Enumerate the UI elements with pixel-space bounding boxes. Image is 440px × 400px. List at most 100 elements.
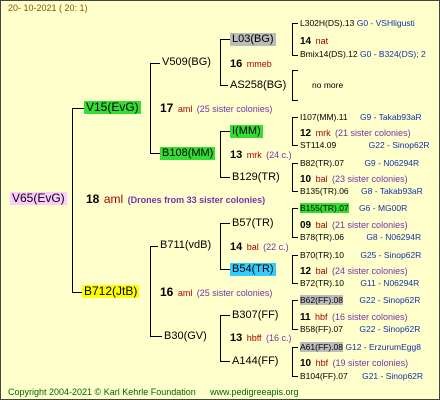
gen4-drone-info-i-mm: 12 mrk (21 sister colonies) [300,125,411,140]
gen1-queen-1[interactable]: V15(EvG) [84,101,141,114]
gen4-ref-3: G0 - B324(DS); 2 [360,49,426,59]
gen3-drone-count-4: 10 [300,174,312,185]
gen3-queen-8[interactable]: A144(FF) [230,355,280,368]
gen4-row-10: B78(TR).06 G8 - N06294R [300,231,421,244]
connector [292,255,298,256]
gen4-queen-12[interactable]: B72(TR).10 [300,278,344,288]
gen4-ref-8: G8 - Takab93aR [361,186,423,196]
connector [72,108,73,292]
gen4-ref-13: G22 - Sinop62R [359,295,421,305]
gen3-drone-note-4: (23 sister colonies) [332,174,408,184]
connector [220,39,221,85]
connector [292,237,298,238]
gen4-queen-13[interactable]: B62(FF).08 [300,295,343,305]
connector [220,269,230,270]
gen2-drone-count-3: 14 [230,241,243,253]
gen4-drone-info-a144: 10 hbf (19 sister colonies) [300,355,408,370]
gen4-row-11: B70(TR).10 G25 - Sinop62R [300,249,421,262]
gen3-drone-note-6: (24 sister colonies) [332,266,408,276]
gen3-drone-unit-5: bal [315,220,328,230]
gen4-drone-count-2: 14 [300,36,312,47]
gen1-queen-2[interactable]: B712(JtB) [82,285,140,298]
connector [220,315,230,316]
gen2-drone-info-2: 13 mrk (24 c.) [230,147,292,162]
gen2-drone-count-4: 13 [230,332,243,344]
connector [292,70,293,100]
gen4-ref-15: G12 - ErzurumEgg8 [345,342,421,352]
connector [292,100,298,101]
connector [292,208,293,237]
gen3-queen-3[interactable]: I(MM) [230,125,263,138]
gen2-drone-info-3: 14 bal (22 c.) [230,239,289,254]
gen4-queen-9[interactable]: B155(TR).07 [300,203,349,213]
gen4-row-7: B82(TR).07 G9 - N06294R [300,157,419,170]
gen2-drone-note-4: (16 c.) [266,333,292,343]
gen2-drone-note-2: (24 c.) [266,150,292,160]
connector [292,23,298,24]
connector [220,223,230,224]
connector [150,336,162,337]
gen3-drone-count-7: 11 [300,312,311,323]
connector [292,117,293,145]
gen4-ref-5: G9 - Takab93aR [359,112,422,122]
gen2-queen-1[interactable]: V509(BG) [160,56,213,69]
gen4-queen-16[interactable]: B104(FF).07 [300,371,348,381]
gen3-queen-6[interactable]: B54(TR) [230,263,276,276]
gen4-queen-10[interactable]: B78(TR).06 [300,232,344,242]
gen2-drone-note-3: (22 c.) [263,242,289,252]
gen4-queen-1[interactable]: L302H(DS).13 [300,18,354,28]
gen3-drone-count-6: 12 [300,266,312,277]
gen4-no-more: no more [312,80,344,90]
connector [220,315,221,361]
connector [220,131,230,132]
gen2-queen-2[interactable]: B108(MM) [160,147,216,160]
gen3-queen-2[interactable]: AS258(BG) [228,79,288,92]
gen3-queen-5[interactable]: B57(TR) [230,217,276,230]
gen4-row-16: B104(FF).07 G21 - Sinop62R [300,370,423,383]
gen3-drone-unit-4: bal [315,174,328,184]
gen4-drone-info-b307: 11 hbf (16 sister colonies) [300,309,408,324]
root-drone-note: (Drones from 33 sister colonies) [127,195,266,205]
gen4-row-13: B62(FF).08 G22 - Sinop62R [300,294,420,307]
gen4-ref-11: G25 - Sinop62R [360,250,422,260]
gen4-row-3: Bmix14(DS).12 G0 - B324(DS); 2 [300,48,426,61]
connector [292,145,298,146]
gen1-drone-unit-2: aml [177,288,193,298]
gen3-drone-unit-6: bal [315,266,328,276]
gen4-drone-info-b129: 10 bal (23 sister colonies) [300,171,408,186]
gen4-queen-15[interactable]: A61(FF).08 [300,342,343,352]
gen4-queen-14[interactable]: B58(FF).07 [300,324,343,334]
gen4-queen-6[interactable]: ST114.09 [300,140,336,150]
gen4-queen-11[interactable]: B70(TR).10 [300,250,344,260]
gen3-drone-count-3: 12 [300,128,312,139]
gen3-drone-unit-3: mrk [315,128,331,138]
gen2-queen-4[interactable]: B30(GV) [162,330,209,343]
gen1-drone-count-2: 16 [160,285,174,299]
footer-link[interactable]: www.pedigreeapis.org [210,386,299,399]
gen3-queen-4[interactable]: B129(TR) [230,171,282,184]
gen3-drone-note-5: (21 sister colonies) [332,220,408,230]
connector [292,347,298,348]
connector [292,163,293,191]
connector [72,108,84,109]
gen3-queen-7[interactable]: B307(FF) [230,309,280,322]
gen2-queen-3[interactable]: B711(vdB) [158,239,213,252]
gen4-queen-8[interactable]: B135(TR).06 [300,186,349,196]
gen4-queen-7[interactable]: B82(TR).07 [300,158,344,168]
connector [292,300,298,301]
gen4-drone-unit-2: nat [315,36,329,46]
connector [292,23,293,55]
gen4-queen-3[interactable]: Bmix14(DS).12 [300,49,358,59]
gen4-row-5: I107(MM).11 G9 - Takab93aR [300,111,422,124]
root-queen[interactable]: V65(EvG) [10,192,67,205]
gen1-drone-note-1: (25 sister colonies) [196,104,273,114]
connector [292,163,298,164]
gen4-row-8: B135(TR).06 G8 - Takab93aR [300,185,423,198]
connector [220,131,221,177]
connector [292,329,298,330]
connector [220,39,230,40]
gen3-queen-1[interactable]: L03(BG) [230,33,276,46]
root-drone-info: 18 aml (Drones from 33 sister colonies) [86,192,265,207]
gen3-drone-unit-7: hbf [315,312,328,322]
gen4-queen-5[interactable]: I107(MM).11 [300,112,348,122]
